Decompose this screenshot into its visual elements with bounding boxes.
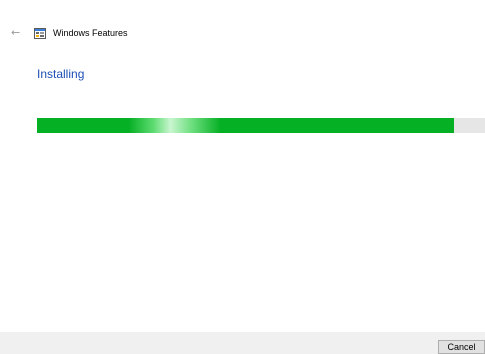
page-heading: Installing [37,67,85,81]
progress-fill [37,118,454,133]
windows-features-icon [34,28,46,39]
window-title: Windows Features [53,28,128,38]
windows-features-dialog: ← Windows Features Installing Cancel [0,0,485,354]
title-bar: ← Windows Features [0,0,485,39]
footer-bar [0,332,485,354]
back-arrow-icon[interactable]: ← [11,27,20,38]
cancel-button[interactable]: Cancel [438,340,485,354]
install-progress-bar [37,118,485,133]
